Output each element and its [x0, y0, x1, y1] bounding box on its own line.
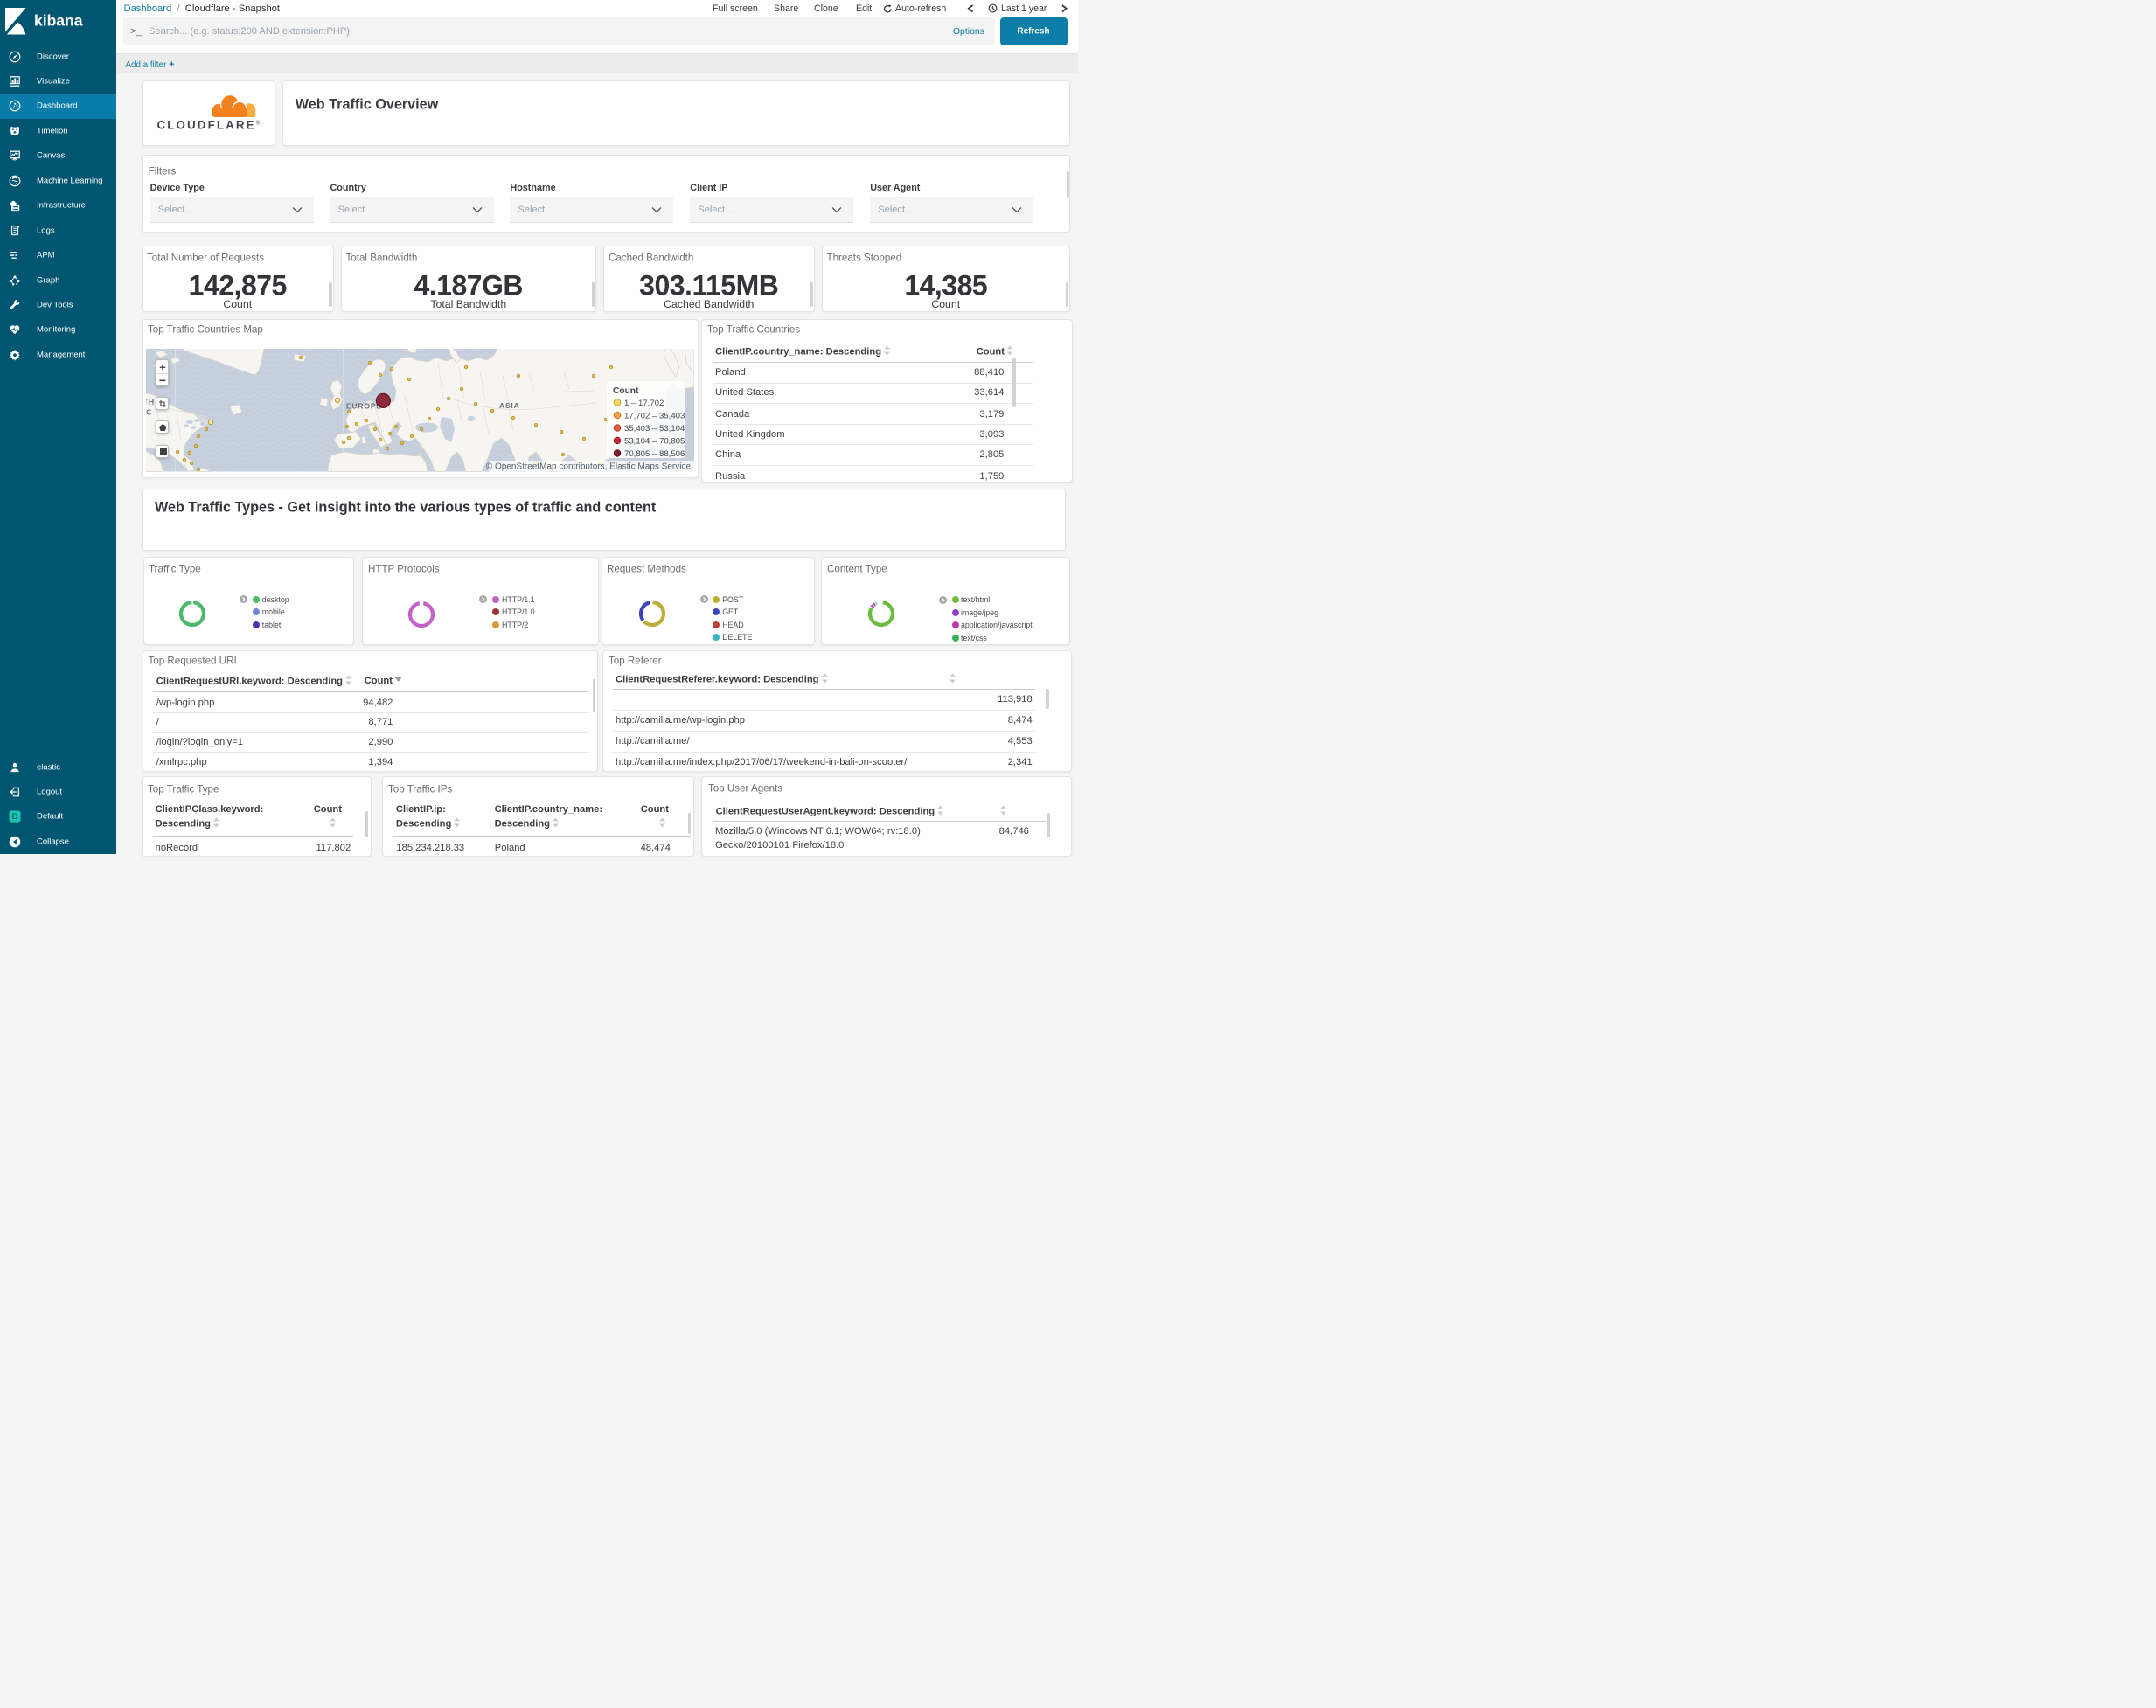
svg-text:53,104 – 70,805: 53,104 – 70,805 — [624, 436, 685, 446]
svg-text:D: D — [12, 813, 17, 822]
svg-text:IC: IC — [146, 408, 152, 417]
svg-text:Count: Count — [613, 386, 639, 396]
svg-text:1 – 17,702: 1 – 17,702 — [624, 399, 664, 408]
svg-text:70,805 – 88,506: 70,805 – 88,506 — [624, 449, 685, 459]
svg-text:ASIA: ASIA — [499, 401, 520, 410]
svg-text:17,702 – 35,403: 17,702 – 35,403 — [624, 411, 685, 420]
svg-text:© OpenStreetMap contributors,: © OpenStreetMap contributors, Elastic Ma… — [486, 462, 692, 471]
svg-text:TH: TH — [146, 398, 155, 406]
svg-text:35,403 – 53,104: 35,403 – 53,104 — [624, 424, 685, 434]
